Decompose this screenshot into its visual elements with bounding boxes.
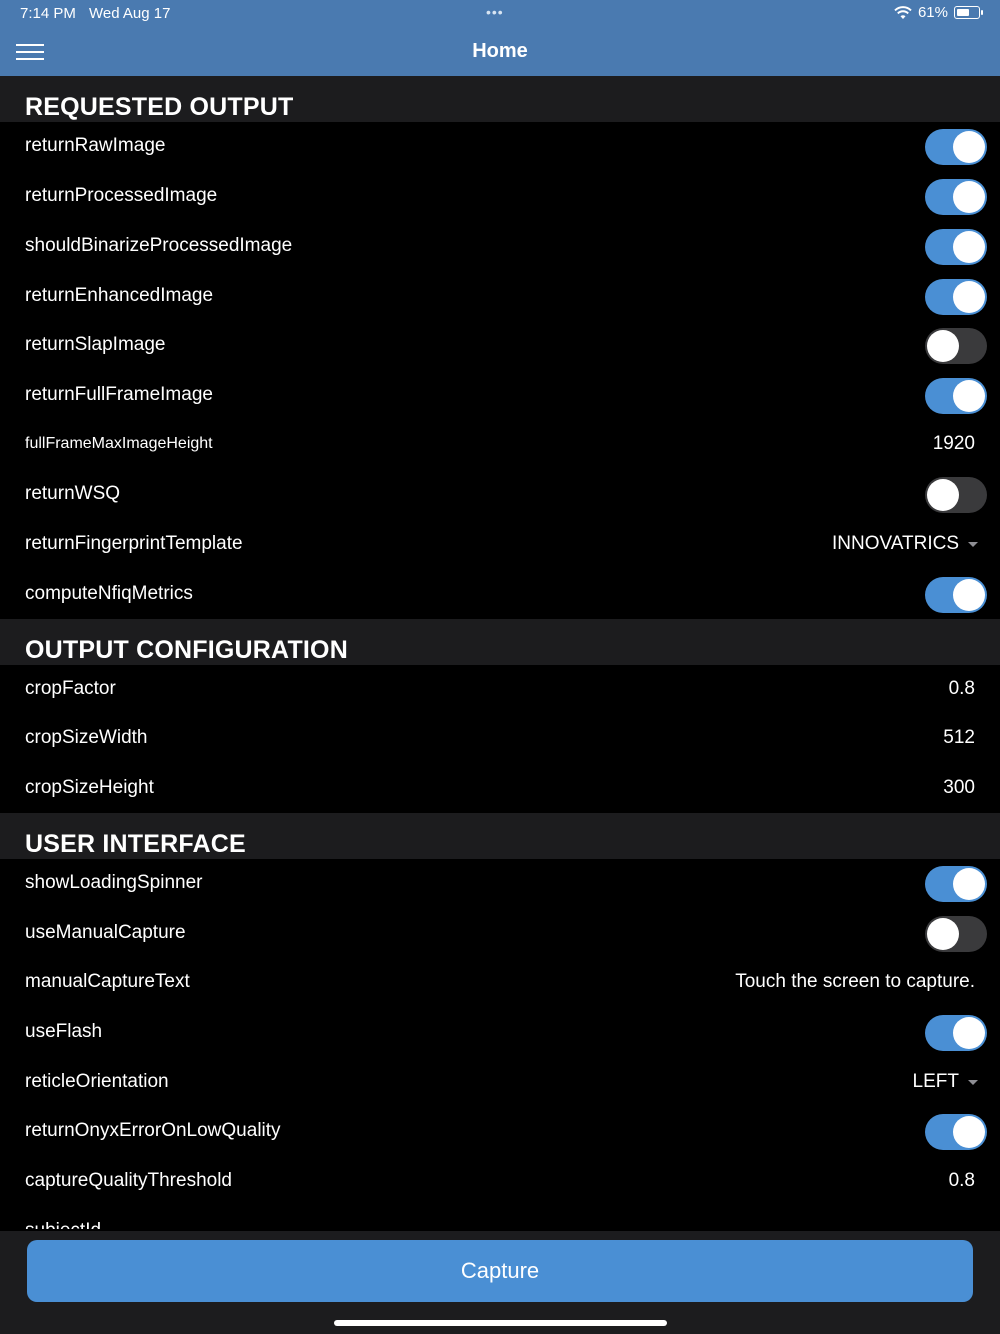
section-title: USER INTERFACE (25, 830, 246, 858)
should-binarize-processed-image-toggle[interactable] (925, 229, 987, 265)
return-processed-image-toggle[interactable] (925, 179, 987, 215)
setting-row-manual-capture-text: manualCaptureText Touch the screen to ca… (0, 958, 1000, 1008)
setting-label: shouldBinarizeProcessedImage (25, 235, 293, 256)
crop-size-height-value[interactable]: 300 (943, 777, 975, 799)
section-title: REQUESTED OUTPUT (25, 93, 294, 121)
use-manual-capture-toggle[interactable] (925, 916, 987, 952)
setting-label: showLoadingSpinner (25, 872, 203, 893)
status-indicators: 61% (894, 4, 983, 21)
return-full-frame-image-toggle[interactable] (925, 378, 987, 414)
capture-button[interactable]: Capture (27, 1240, 973, 1302)
battery-percent: 61% (917, 4, 948, 21)
setting-row-should-binarize-processed-image: shouldBinarizeProcessedImage (0, 222, 1000, 272)
setting-row-use-manual-capture: useManualCapture (0, 909, 1000, 959)
setting-label: returnOnyxErrorOnLowQuality (25, 1120, 281, 1141)
setting-row-crop-size-width: cropSizeWidth 512 (0, 714, 1000, 764)
fingerprint-template-dropdown[interactable]: INNOVATRICS (832, 533, 978, 555)
section-title: OUTPUT CONFIGURATION (25, 636, 348, 664)
full-frame-max-image-height-value[interactable]: 1920 (933, 433, 975, 455)
wifi-icon (894, 5, 912, 19)
setting-row-crop-factor: cropFactor 0.8 (0, 665, 1000, 715)
setting-row-show-loading-spinner: showLoadingSpinner (0, 859, 1000, 909)
setting-label: cropSizeWidth (25, 727, 148, 748)
setting-row-use-flash: useFlash (0, 1008, 1000, 1058)
return-enhanced-image-toggle[interactable] (925, 279, 987, 315)
setting-label: returnFullFrameImage (25, 384, 213, 405)
setting-label: returnProcessedImage (25, 185, 218, 206)
caret-down-icon (968, 541, 978, 547)
setting-row-return-full-frame-image: returnFullFrameImage (0, 371, 1000, 421)
section-header-output-configuration: OUTPUT CONFIGURATION (0, 619, 1000, 665)
setting-label: fullFrameMaxImageHeight (25, 435, 213, 452)
setting-label: reticleOrientation (25, 1071, 169, 1092)
navigation-bar: 7:14 PM Wed Aug 17 ••• 61% Home (0, 0, 1000, 76)
setting-label: cropSizeHeight (25, 777, 154, 798)
capture-quality-threshold-value[interactable]: 0.8 (949, 1170, 975, 1192)
setting-row-return-raw-image: returnRawImage (0, 122, 1000, 172)
setting-row-full-frame-max-image-height: fullFrameMaxImageHeight 1920 (0, 420, 1000, 470)
crop-factor-value[interactable]: 0.8 (949, 678, 975, 700)
setting-row-crop-size-height: cropSizeHeight 300 (0, 764, 1000, 814)
manual-capture-text-value[interactable]: Touch the screen to capture. (735, 971, 975, 993)
page-title: Home (472, 40, 528, 62)
setting-label: computeNfiqMetrics (25, 583, 193, 604)
status-date: Wed Aug 17 (89, 5, 171, 22)
setting-label: manualCaptureText (25, 971, 190, 992)
bottom-action-bar: Capture (0, 1231, 1000, 1334)
setting-row-return-fingerprint-template: returnFingerprintTemplate INNOVATRICS (0, 520, 1000, 570)
setting-row-return-onyx-error-on-low-quality: returnOnyxErrorOnLowQuality (0, 1107, 1000, 1157)
setting-row-capture-quality-threshold: captureQualityThreshold 0.8 (0, 1157, 1000, 1207)
crop-size-width-value[interactable]: 512 (943, 727, 975, 749)
setting-label: cropFactor (25, 678, 116, 699)
reticle-orientation-dropdown[interactable]: LEFT (913, 1071, 978, 1093)
setting-row-reticle-orientation: reticleOrientation LEFT (0, 1058, 1000, 1108)
setting-label: captureQualityThreshold (25, 1170, 232, 1191)
setting-row-return-wsq: returnWSQ (0, 470, 1000, 520)
dropdown-value: LEFT (912, 1071, 959, 1092)
return-onyx-error-on-low-quality-toggle[interactable] (925, 1114, 987, 1150)
status-time: 7:14 PM (20, 5, 76, 22)
setting-row-return-enhanced-image: returnEnhancedImage (0, 272, 1000, 322)
setting-label: returnRawImage (25, 135, 166, 156)
setting-label: useFlash (25, 1021, 103, 1042)
return-raw-image-toggle[interactable] (925, 129, 987, 165)
section-header-user-interface: USER INTERFACE (0, 813, 1000, 859)
return-wsq-toggle[interactable] (925, 477, 987, 513)
setting-label: returnFingerprintTemplate (25, 533, 243, 554)
use-flash-toggle[interactable] (925, 1015, 987, 1051)
setting-label: returnEnhancedImage (25, 285, 214, 306)
return-slap-image-toggle[interactable] (925, 328, 987, 364)
home-indicator[interactable] (334, 1320, 667, 1326)
caret-down-icon (968, 1079, 978, 1085)
dropdown-value: INNOVATRICS (831, 533, 959, 554)
setting-row-return-slap-image: returnSlapImage (0, 321, 1000, 371)
battery-level (957, 9, 969, 16)
setting-row-return-processed-image: returnProcessedImage (0, 172, 1000, 222)
setting-label: returnWSQ (25, 483, 121, 504)
setting-label: useManualCapture (25, 922, 186, 943)
battery-icon (954, 6, 983, 19)
multitasking-dots-icon[interactable]: ••• (486, 4, 504, 20)
setting-row-compute-nfiq-metrics: computeNfiqMetrics (0, 570, 1000, 620)
show-loading-spinner-toggle[interactable] (925, 866, 987, 902)
compute-nfiq-metrics-toggle[interactable] (925, 577, 987, 613)
section-header-requested-output: REQUESTED OUTPUT (0, 76, 1000, 122)
setting-label: returnSlapImage (25, 334, 166, 355)
